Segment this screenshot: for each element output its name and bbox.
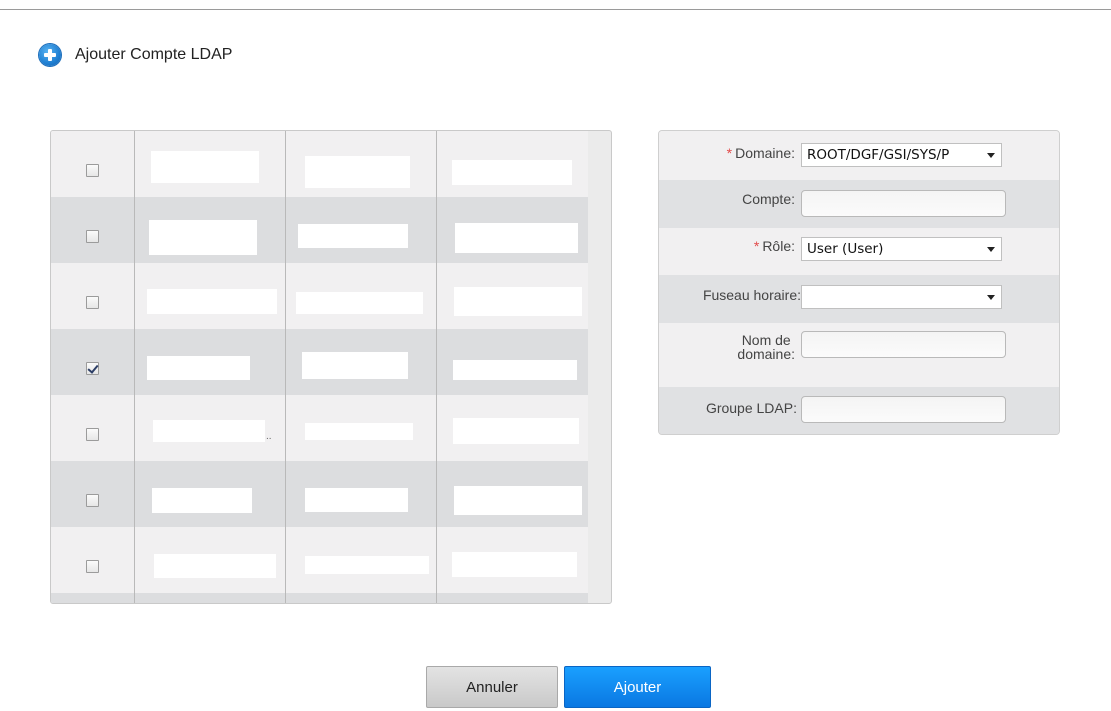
role-label: * Rôle: xyxy=(754,238,795,254)
form-row-timezone: Fuseau horaire: xyxy=(659,275,1059,323)
table-cell xyxy=(151,151,259,183)
required-mark: * xyxy=(753,238,760,254)
top-divider xyxy=(0,9,1111,10)
table-cell xyxy=(153,420,265,442)
domain-label-text: Domaine: xyxy=(735,145,795,161)
add-button[interactable]: Ajouter xyxy=(564,666,711,708)
table-cell xyxy=(302,352,408,379)
timezone-label: Fuseau horaire: xyxy=(702,287,801,303)
chevron-down-icon xyxy=(987,295,995,300)
table-cell xyxy=(454,486,582,515)
account-form: * Domaine: ROOT/DGF/GSI/SYS/P Compte: * Rô… xyxy=(658,130,1060,435)
row-checkbox[interactable] xyxy=(86,296,99,309)
table-cell xyxy=(298,224,408,248)
domain-name-label-line2: domaine: xyxy=(737,346,795,362)
domain-name-input[interactable] xyxy=(801,331,1006,358)
domain-select-value: ROOT/DGF/GSI/SYS/P xyxy=(807,147,950,163)
table-cell xyxy=(154,554,276,578)
role-select[interactable]: User (User) xyxy=(801,237,1002,261)
table-cell xyxy=(305,488,408,512)
table-cell xyxy=(453,360,577,380)
table-cell xyxy=(152,488,252,513)
account-input[interactable] xyxy=(801,190,1006,217)
grid-body: .. xyxy=(51,131,588,603)
page-header: Ajouter Compte LDAP xyxy=(39,43,232,67)
table-row[interactable]: .. xyxy=(51,395,588,461)
role-select-value: User (User) xyxy=(807,241,884,257)
form-row-ldap-group: Groupe LDAP: xyxy=(659,387,1059,434)
account-label: Compte: xyxy=(742,191,795,207)
truncation-dots: .. xyxy=(266,431,272,442)
table-cell xyxy=(455,223,578,253)
ldap-group-input[interactable] xyxy=(801,396,1006,423)
table-cell xyxy=(454,287,582,316)
column-divider xyxy=(436,131,437,603)
domain-name-label-line1: Nom de xyxy=(741,332,791,348)
table-row[interactable] xyxy=(51,527,588,593)
row-checkbox[interactable] xyxy=(86,494,99,507)
account-grid: .. xyxy=(50,130,612,604)
table-row[interactable] xyxy=(51,197,588,263)
table-cell xyxy=(452,160,572,185)
row-checkbox-checked[interactable] xyxy=(86,362,99,375)
table-cell xyxy=(305,556,429,574)
ldap-group-label: Groupe LDAP: xyxy=(705,400,797,416)
table-cell xyxy=(147,356,250,380)
row-checkbox[interactable] xyxy=(86,230,99,243)
table-cell xyxy=(147,289,277,314)
column-divider xyxy=(285,131,286,603)
role-label-text: Rôle: xyxy=(762,238,795,254)
table-cell xyxy=(296,292,423,314)
chevron-down-icon xyxy=(987,247,995,252)
required-mark: * xyxy=(726,145,733,161)
form-row-domain-name: Nom de domaine: xyxy=(659,323,1059,387)
page-title: Ajouter Compte LDAP xyxy=(75,46,233,63)
table-row[interactable] xyxy=(51,263,588,329)
add-circle-icon xyxy=(39,44,61,66)
table-cell xyxy=(149,220,257,255)
table-row[interactable] xyxy=(51,329,588,395)
column-divider xyxy=(134,131,135,603)
domain-label: * Domaine: xyxy=(727,145,795,161)
table-row[interactable] xyxy=(51,131,588,197)
row-checkbox[interactable] xyxy=(86,560,99,573)
cancel-button[interactable]: Annuler xyxy=(426,666,558,708)
row-checkbox[interactable] xyxy=(86,428,99,441)
domain-name-label: Nom de domaine: xyxy=(737,333,795,361)
timezone-select[interactable] xyxy=(801,285,1002,309)
domain-select[interactable]: ROOT/DGF/GSI/SYS/P xyxy=(801,143,1002,167)
table-row-partial xyxy=(51,593,588,603)
form-row-account: Compte: xyxy=(659,180,1059,228)
row-checkbox[interactable] xyxy=(86,164,99,177)
table-cell xyxy=(453,418,579,444)
table-cell xyxy=(305,423,413,440)
chevron-down-icon xyxy=(987,153,995,158)
form-row-domain: * Domaine: ROOT/DGF/GSI/SYS/P xyxy=(659,131,1059,180)
table-row[interactable] xyxy=(51,461,588,527)
table-cell xyxy=(452,552,577,577)
table-cell xyxy=(305,156,410,188)
form-row-role: * Rôle: User (User) xyxy=(659,228,1059,275)
